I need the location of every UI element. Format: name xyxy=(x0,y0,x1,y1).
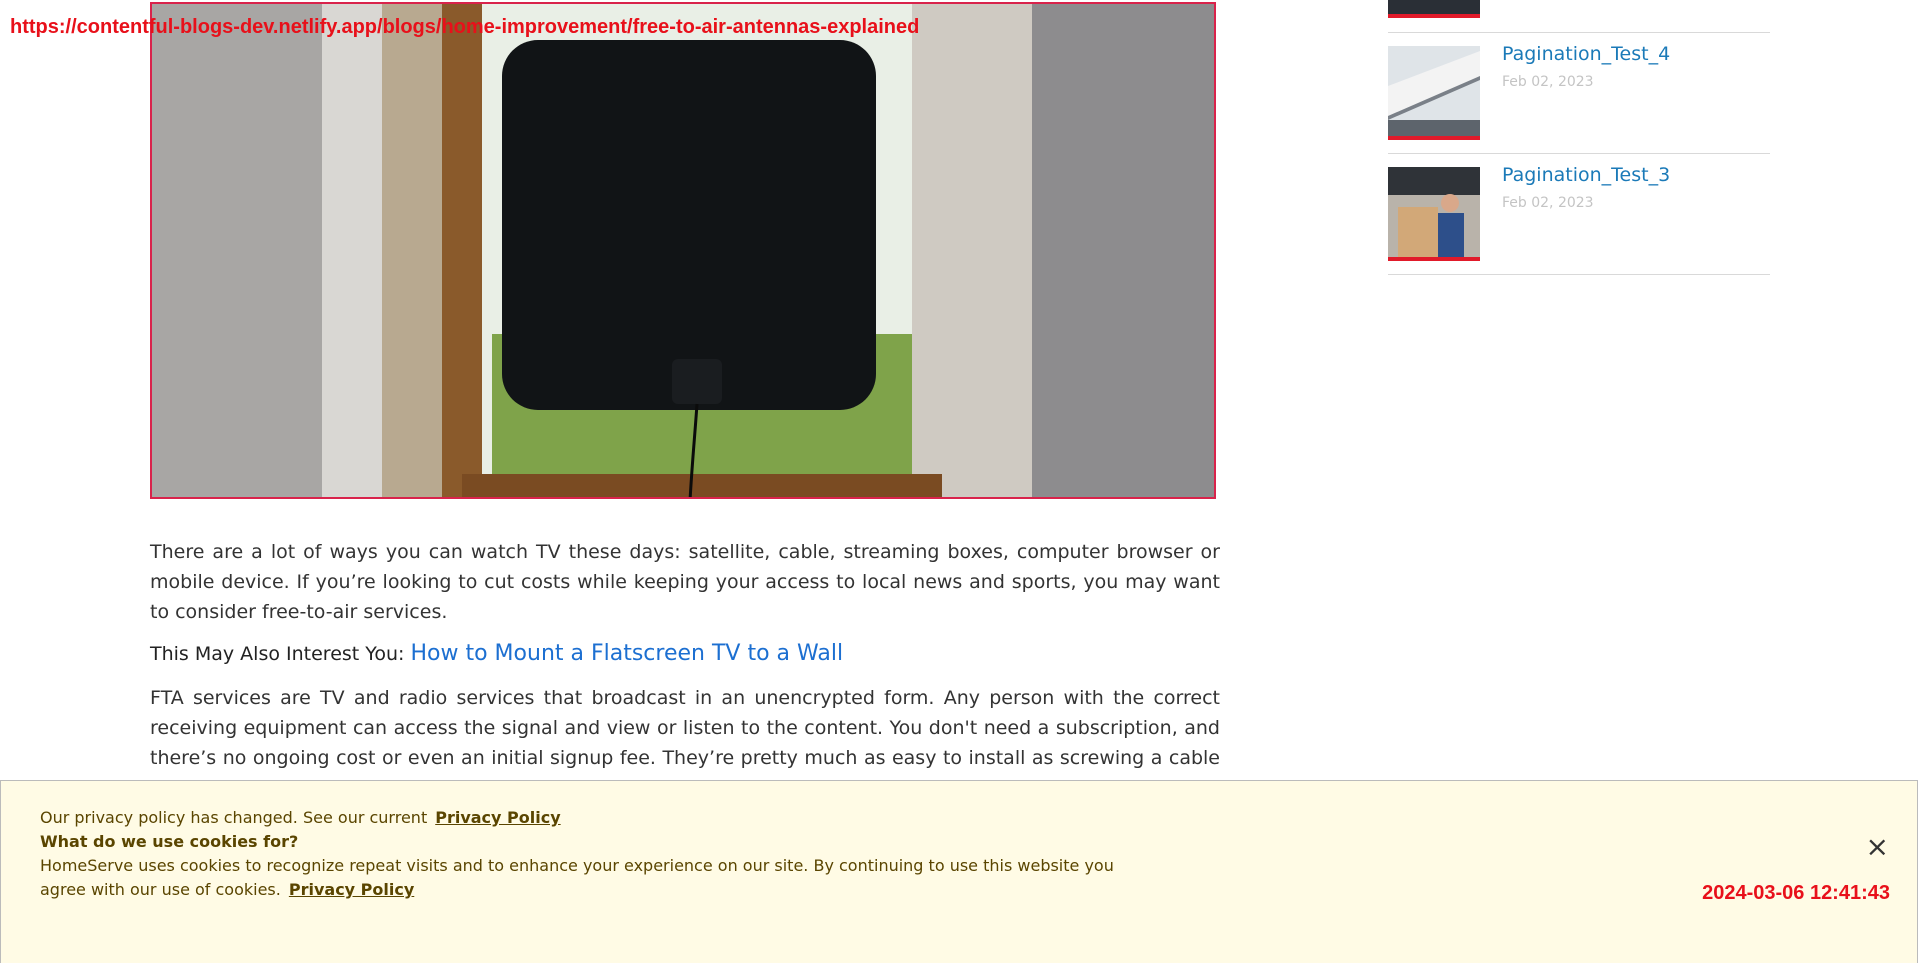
antenna-window-photo xyxy=(152,4,1214,497)
sidebar-item-date: Feb 02, 2023 xyxy=(1502,74,1594,90)
also-interest-label: This May Also Interest You: xyxy=(150,643,405,665)
sidebar-item[interactable]: Pagination_Test_4 Feb 02, 2023 xyxy=(1388,33,1770,154)
privacy-policy-link[interactable]: Privacy Policy xyxy=(289,880,414,899)
post-thumbnail[interactable] xyxy=(1388,46,1480,140)
post-thumbnail[interactable] xyxy=(1388,167,1480,261)
sidebar-item-title[interactable]: Pagination_Test_4 xyxy=(1502,43,1670,65)
cookie-heading: What do we use cookies for? xyxy=(40,832,299,851)
article-body: There are a lot of ways you can watch TV… xyxy=(150,537,1220,815)
related-posts-sidebar: Pagination_Test_4 Feb 02, 2023 Paginatio… xyxy=(1388,0,1770,275)
timestamp-overlay: 2024-03-06 12:41:43 xyxy=(1702,882,1890,904)
cookie-description: HomeServe uses cookies to recognize repe… xyxy=(40,856,1114,875)
sidebar-item[interactable]: Pagination_Test_3 Feb 02, 2023 xyxy=(1388,154,1770,275)
privacy-policy-link[interactable]: Privacy Policy xyxy=(435,808,560,827)
cookie-policy-notice: Our privacy policy has changed. See our … xyxy=(40,808,561,827)
hero-image xyxy=(150,2,1216,499)
cookie-agree-line: agree with our use of cookies. Privacy Po… xyxy=(40,880,414,899)
also-interest: This May Also Interest You: How to Mount… xyxy=(150,639,1220,669)
url-overlay: https://contentful-blogs-dev.netlify.app… xyxy=(10,16,920,38)
sidebar-item-date: Feb 02, 2023 xyxy=(1502,195,1594,211)
sidebar-item-title[interactable]: Pagination_Test_3 xyxy=(1502,164,1670,186)
article-paragraph: There are a lot of ways you can watch TV… xyxy=(150,541,1220,623)
post-thumbnail[interactable] xyxy=(1388,0,1480,18)
close-icon[interactable]: × xyxy=(1866,833,1889,861)
sidebar-item-partial[interactable] xyxy=(1388,0,1770,33)
cookie-agree-text: agree with our use of cookies. xyxy=(40,880,281,899)
cookie-notice-text: Our privacy policy has changed. See our … xyxy=(40,808,428,827)
also-interest-link[interactable]: How to Mount a Flatscreen TV to a Wall xyxy=(410,641,843,666)
cookie-banner: Our privacy policy has changed. See our … xyxy=(0,780,1918,963)
